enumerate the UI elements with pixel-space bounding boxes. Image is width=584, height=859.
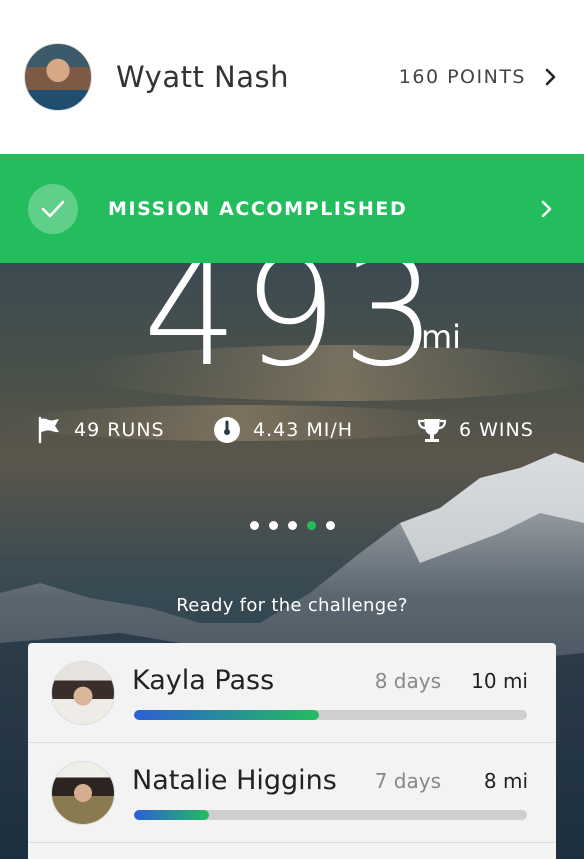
- progress-bar: [134, 810, 527, 820]
- user-name: Wyatt Nash: [116, 60, 290, 94]
- profile-header[interactable]: Wyatt Nash 160 POINTS: [0, 0, 584, 154]
- trophy-icon: [417, 419, 447, 442]
- page-dot[interactable]: [288, 521, 297, 530]
- progress-fill: [134, 710, 319, 720]
- row-days: 7 days: [374, 769, 441, 793]
- progress-bar: [134, 710, 527, 720]
- stat-runs: 49 RUNS: [36, 416, 165, 444]
- chevron-right-icon[interactable]: [542, 68, 560, 86]
- row-days: 8 days: [374, 669, 441, 693]
- chevron-right-icon[interactable]: [538, 200, 556, 218]
- avatar[interactable]: [51, 661, 115, 725]
- stat-label: 4.43 MI/H: [253, 419, 354, 441]
- avatar[interactable]: [24, 43, 92, 111]
- avatar[interactable]: [51, 761, 115, 825]
- row-distance: 8 mi: [483, 769, 528, 793]
- challenge-prompt: Ready for the challenge?: [176, 595, 408, 616]
- row-distance: 10 mi: [471, 669, 528, 693]
- stat-label: 6 WINS: [459, 419, 534, 441]
- row-name: Kayla Pass: [132, 665, 275, 696]
- page-dot[interactable]: [269, 521, 278, 530]
- speedometer-icon: [214, 417, 240, 443]
- mission-label: MISSION ACCOMPLISHED: [108, 197, 408, 220]
- stat-label: 49 RUNS: [74, 419, 165, 441]
- flag-icon: [38, 416, 59, 444]
- page-dot[interactable]: [326, 521, 335, 530]
- check-icon: [28, 183, 78, 234]
- stats-row: 49 RUNS 4.43 MI/H 6 WINS: [0, 412, 584, 448]
- distance-unit: mi: [421, 318, 462, 356]
- page-dot-active[interactable]: [307, 521, 316, 530]
- row-name: Natalie Higgins: [132, 765, 337, 796]
- page-indicator[interactable]: [250, 521, 335, 530]
- page-dot[interactable]: [250, 521, 259, 530]
- stat-speed: 4.43 MI/H: [213, 416, 353, 444]
- mission-banner[interactable]: MISSION ACCOMPLISHED: [0, 154, 584, 263]
- progress-fill: [134, 810, 209, 820]
- stat-wins: 6 WINS: [417, 416, 534, 444]
- leaderboard-card: Kayla Pass 8 days 10 mi Natalie Higgins …: [28, 643, 556, 859]
- leaderboard-row[interactable]: Natalie Higgins 7 days 8 mi: [28, 743, 556, 843]
- points-label: 160 POINTS: [398, 66, 526, 88]
- leaderboard-row[interactable]: Kayla Pass 8 days 10 mi: [28, 643, 556, 743]
